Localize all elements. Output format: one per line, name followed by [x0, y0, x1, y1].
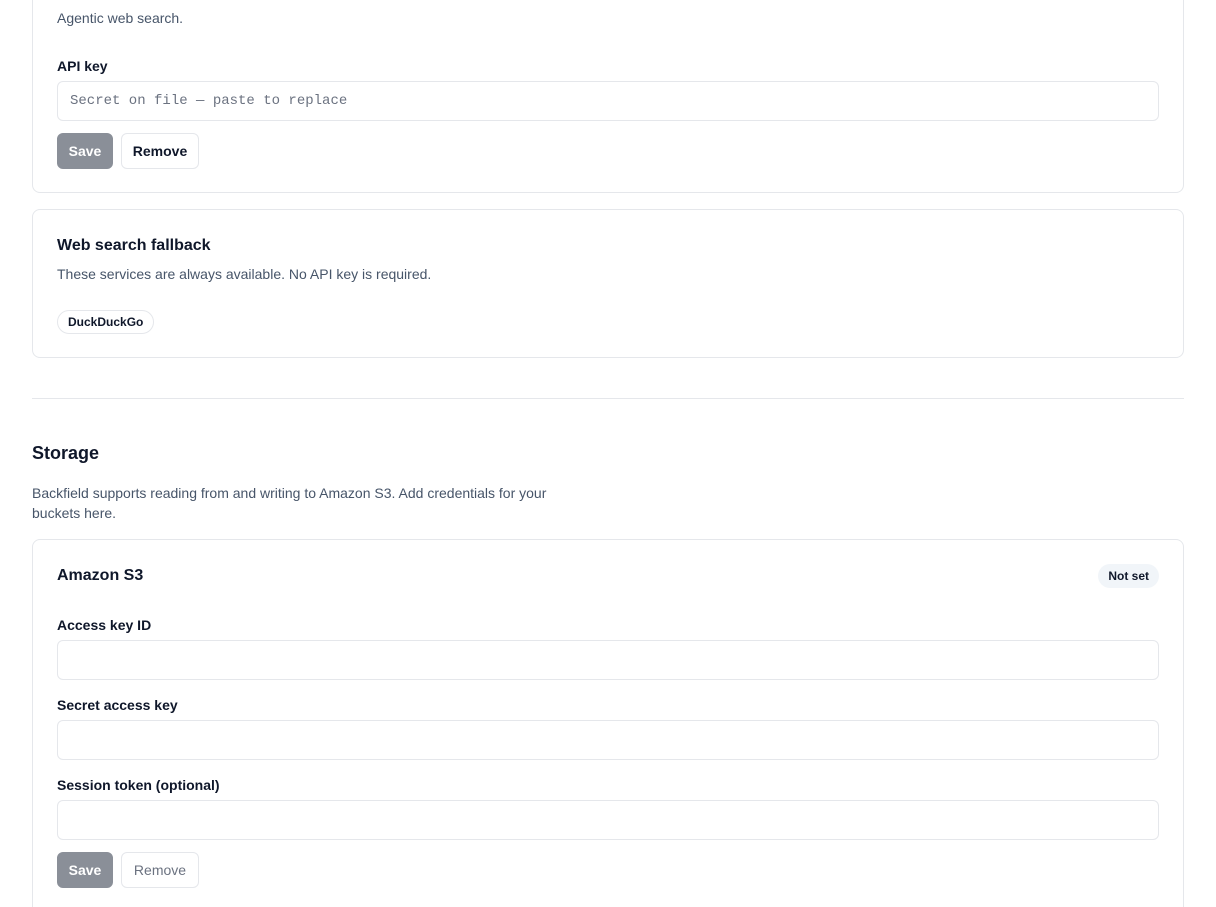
- session-token-label: Session token (optional): [57, 777, 220, 793]
- search-provider-card: Agentic web search. API key Save Remove: [32, 0, 1184, 193]
- save-button[interactable]: Save: [57, 852, 113, 888]
- fallback-description: These services are always available. No …: [57, 266, 432, 282]
- access-key-input[interactable]: [57, 640, 1159, 680]
- secret-key-input[interactable]: [57, 720, 1159, 760]
- amazon-s3-card: Amazon S3 Not set Access key ID Secret a…: [32, 539, 1184, 907]
- status-badge: Not set: [1098, 564, 1159, 588]
- save-button[interactable]: Save: [57, 133, 113, 169]
- access-key-label: Access key ID: [57, 617, 152, 633]
- storage-section-title: Storage: [32, 443, 100, 463]
- settings-page: Agentic web search. API key Save Remove …: [0, 0, 1216, 907]
- search-provider-description: Agentic web search.: [57, 10, 184, 26]
- fallback-title: Web search fallback: [57, 237, 211, 254]
- section-divider: [32, 398, 1184, 399]
- session-token-input[interactable]: [57, 800, 1159, 840]
- web-search-fallback-card: Web search fallback These services are a…: [32, 209, 1184, 358]
- secret-key-label: Secret access key: [57, 697, 178, 713]
- storage-section-description: Backfield supports reading from and writ…: [32, 485, 547, 521]
- api-key-label: API key: [57, 58, 108, 74]
- remove-button[interactable]: Remove: [121, 133, 199, 169]
- api-key-input[interactable]: [57, 81, 1159, 121]
- service-chip-duckduckgo: DuckDuckGo: [57, 310, 155, 334]
- s3-title: Amazon S3: [57, 567, 144, 584]
- remove-button[interactable]: Remove: [121, 852, 199, 888]
